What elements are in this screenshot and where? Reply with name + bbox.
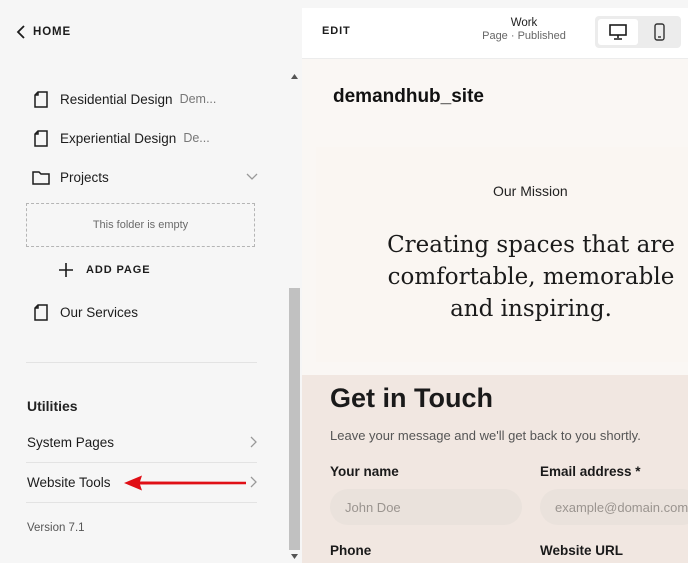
- add-page-button[interactable]: ADD PAGE: [58, 262, 150, 278]
- page-item-label: Experiential Design: [60, 130, 177, 146]
- site-logo-text[interactable]: demandhub_site: [333, 86, 484, 108]
- contact-subtitle: Leave your message and we'll get back to…: [330, 428, 641, 443]
- edit-button[interactable]: EDIT: [322, 25, 351, 37]
- folder-item-projects[interactable]: Projects: [32, 168, 109, 186]
- utility-item-label: Website Tools: [27, 474, 111, 490]
- page-item-label: Residential Design: [60, 91, 173, 107]
- contact-title: Get in Touch: [330, 383, 493, 413]
- chevron-down-icon[interactable]: [246, 171, 258, 183]
- name-label: Your name: [330, 464, 399, 479]
- page-item-our-services[interactable]: Our Services: [32, 303, 138, 321]
- folder-item-label: Projects: [60, 169, 109, 185]
- utility-divider: [26, 462, 257, 463]
- email-input[interactable]: example@domain.com: [540, 489, 688, 525]
- chevron-right-icon: [250, 436, 257, 448]
- email-label: Email address *: [540, 464, 641, 479]
- home-back-link[interactable]: HOME: [16, 24, 71, 40]
- sidebar-scrollbar[interactable]: [288, 66, 301, 563]
- utilities-heading: Utilities: [27, 398, 78, 414]
- page-item-residential-design[interactable]: Residential Design Dem...: [32, 90, 216, 108]
- chevron-left-icon: [16, 25, 25, 39]
- page-item-description: Dem...: [179, 92, 217, 106]
- page-icon: [32, 129, 50, 147]
- utility-item-label: System Pages: [27, 434, 115, 450]
- mobile-view-button[interactable]: [640, 19, 678, 45]
- website-label: Website URL: [540, 543, 624, 558]
- page-icon: [32, 303, 50, 321]
- folder-icon: [32, 168, 50, 186]
- desktop-view-button[interactable]: [598, 19, 638, 45]
- phone-label: Phone: [330, 543, 372, 558]
- page-status: Page · Published: [482, 30, 566, 42]
- plus-icon: [59, 263, 73, 277]
- home-label: HOME: [33, 26, 72, 38]
- scroll-down-arrow-icon[interactable]: [291, 554, 298, 559]
- editor-panel: EDIT Work Page · Published demandhub_sit…: [302, 8, 688, 563]
- scroll-up-arrow-icon[interactable]: [291, 74, 298, 79]
- add-page-label: ADD PAGE: [86, 264, 151, 276]
- page-item-experiential-design[interactable]: Experiential Design De...: [32, 129, 210, 147]
- utility-divider: [26, 502, 257, 503]
- page-title: Work: [510, 17, 538, 29]
- device-toggle: [595, 16, 681, 48]
- editor-topbar: EDIT Work Page · Published: [302, 8, 688, 59]
- mobile-icon: [653, 23, 665, 41]
- utility-item-system-pages[interactable]: System Pages: [27, 432, 258, 452]
- name-input[interactable]: John Doe: [330, 489, 522, 525]
- version-label: Version 7.1: [27, 522, 85, 534]
- mission-quote: Creating spaces that are comfortable, me…: [387, 232, 675, 322]
- mission-label: Our Mission: [493, 183, 568, 199]
- scrollbar-thumb[interactable]: [289, 288, 300, 550]
- empty-folder-placeholder: This folder is empty: [26, 203, 255, 247]
- site-preview[interactable]: demandhub_site Our Mission Creating spac…: [302, 59, 688, 563]
- page-item-label: Our Services: [60, 304, 139, 320]
- page-title-block: Work Page · Published: [472, 17, 576, 42]
- section-divider: [26, 362, 257, 363]
- contact-section: Get in Touch Leave your message and we'l…: [302, 375, 688, 563]
- pages-panel: HOME Residential Design Dem... Experient…: [0, 0, 288, 563]
- red-arrow-annotation-icon: [124, 475, 246, 491]
- desktop-icon: [609, 24, 627, 40]
- page-icon: [32, 90, 50, 108]
- page-item-description: De...: [183, 131, 210, 145]
